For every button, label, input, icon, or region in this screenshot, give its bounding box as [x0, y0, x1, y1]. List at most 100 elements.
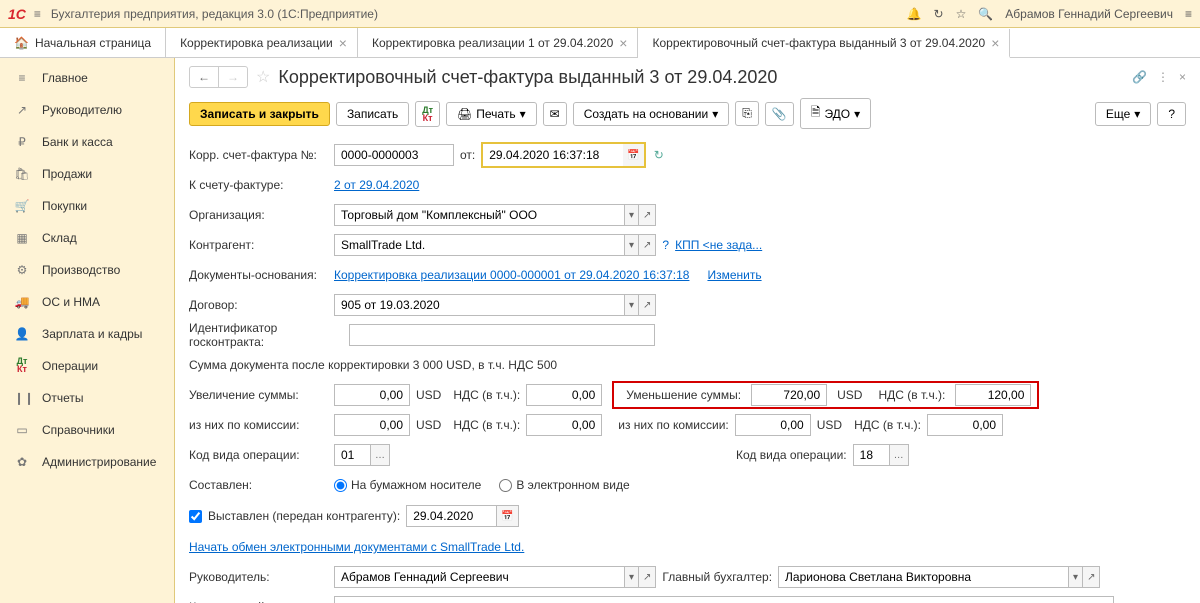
sidebar-item-purchases[interactable]: 🛒Покупки	[0, 190, 174, 222]
issued-checkbox[interactable]	[189, 510, 202, 523]
open-icon[interactable]: ↗	[639, 294, 656, 316]
close-doc-icon[interactable]: ×	[1179, 70, 1186, 84]
more-button[interactable]: Еще ▾	[1095, 102, 1151, 126]
commission-dec-input[interactable]	[735, 414, 811, 436]
dt-kt-button[interactable]: ДтКт	[415, 101, 440, 127]
sidebar-item-admin[interactable]: ✿Администрирование	[0, 446, 174, 478]
manager-icon: ↗	[14, 103, 30, 117]
dropdown-icon[interactable]: ▾	[1068, 566, 1083, 588]
date-input[interactable]	[483, 144, 623, 166]
help-button[interactable]: ?	[1157, 102, 1186, 126]
op-code-inc-input[interactable]	[334, 444, 370, 466]
sidebar-item-hr[interactable]: 👤Зарплата и кадры	[0, 318, 174, 350]
radio-electronic[interactable]: В электронном виде	[499, 478, 629, 492]
search-icon[interactable]: 🔍	[978, 7, 993, 21]
dropdown-icon[interactable]: ▾	[624, 234, 639, 256]
sidebar-item-main[interactable]: ≡Главное	[0, 62, 174, 94]
sidebar-label: Продажи	[42, 167, 92, 181]
op-code-dec-input[interactable]	[853, 444, 889, 466]
tab-item-0[interactable]: Корректировка реализации ×	[166, 28, 358, 57]
tab-label: Корректировка реализации 1 от 29.04.2020	[372, 36, 613, 50]
bell-icon[interactable]: 🔔	[907, 7, 922, 21]
refresh-icon[interactable]: ↻	[654, 148, 664, 162]
accountant-input[interactable]	[778, 566, 1068, 588]
comment-input[interactable]	[334, 596, 1114, 603]
currency-label: USD	[416, 418, 441, 432]
sidebar-item-sales[interactable]: 🛍Продажи	[0, 158, 174, 190]
sidebar-label: Покупки	[42, 199, 87, 213]
sidebar-item-bank[interactable]: ₽Банк и касса	[0, 126, 174, 158]
compiled-label: Составлен:	[189, 478, 334, 492]
commission-dec-nds-input[interactable]	[927, 414, 1003, 436]
to-invoice-link[interactable]: 2 от 29.04.2020	[334, 178, 419, 192]
menu-icon[interactable]: ≡	[34, 7, 41, 21]
increase-input[interactable]	[334, 384, 410, 406]
radio-electronic-input[interactable]	[499, 479, 512, 492]
dropdown-icon[interactable]: ▾	[624, 566, 639, 588]
save-button[interactable]: Записать	[336, 102, 409, 126]
corr-num-label: Корр. счет-фактура №:	[189, 148, 334, 162]
more-vert-icon[interactable]: ⋮	[1157, 70, 1169, 84]
help-icon[interactable]: ?	[662, 238, 669, 252]
history-icon[interactable]: ↻	[934, 7, 944, 21]
decrease-nds-input[interactable]	[955, 384, 1031, 406]
increase-nds-input[interactable]	[526, 384, 602, 406]
structure-button[interactable]: ⎘	[735, 101, 759, 126]
decrease-input[interactable]	[751, 384, 827, 406]
open-icon[interactable]: ↗	[639, 204, 656, 226]
link-icon[interactable]: 🔗	[1132, 70, 1147, 84]
calendar-icon[interactable]: 📅	[496, 505, 518, 527]
org-input[interactable]	[334, 204, 624, 226]
corr-num-input[interactable]	[334, 144, 454, 166]
issued-date-input[interactable]	[406, 505, 496, 527]
save-close-button[interactable]: Записать и закрыть	[189, 102, 330, 126]
sidebar-item-operations[interactable]: ДтКтОперации	[0, 350, 174, 382]
print-button[interactable]: 🖨 Печать ▾	[446, 102, 537, 126]
radio-paper-input[interactable]	[334, 479, 347, 492]
dropdown-icon[interactable]: ▾	[624, 204, 639, 226]
forward-button[interactable]: →	[219, 67, 247, 87]
commission-inc-nds-input[interactable]	[526, 414, 602, 436]
change-link[interactable]: Изменить	[707, 268, 761, 282]
star-icon[interactable]: ☆	[956, 7, 967, 21]
hr-icon: 👤	[14, 327, 30, 341]
sidebar-item-warehouse[interactable]: ▦Склад	[0, 222, 174, 254]
radio-paper[interactable]: На бумажном носителе	[334, 478, 481, 492]
open-icon[interactable]: ↗	[1083, 566, 1100, 588]
tab-item-2[interactable]: Корректировочный счет-фактура выданный 3…	[638, 29, 1010, 58]
user-menu-icon[interactable]: ≡	[1185, 7, 1192, 21]
close-icon[interactable]: ×	[619, 35, 627, 51]
open-icon[interactable]: ↗	[639, 566, 656, 588]
sidebar-item-catalogs[interactable]: ▭Справочники	[0, 414, 174, 446]
ellipsis-icon[interactable]: …	[370, 444, 390, 466]
tab-home[interactable]: 🏠Начальная страница	[0, 28, 166, 57]
calendar-icon[interactable]: 📅	[623, 144, 643, 166]
tab-label: Корректировка реализации	[180, 36, 333, 50]
sidebar-item-production[interactable]: ⚙Производство	[0, 254, 174, 286]
tab-item-1[interactable]: Корректировка реализации 1 от 29.04.2020…	[358, 28, 639, 57]
favorite-button[interactable]: ☆	[256, 67, 270, 87]
edo-button[interactable]: 🗎 ЭДО ▾	[800, 98, 871, 129]
email-button[interactable]: ✉	[543, 102, 567, 126]
user-name[interactable]: Абрамов Геннадий Сергеевич	[1005, 7, 1173, 21]
back-button[interactable]: ←	[190, 67, 219, 87]
goscontract-input[interactable]	[349, 324, 655, 346]
manager-input[interactable]	[334, 566, 624, 588]
basis-link[interactable]: Корректировка реализации 0000-000001 от …	[334, 268, 689, 282]
create-based-button[interactable]: Создать на основании ▾	[573, 102, 730, 126]
tab-bar: 🏠Начальная страница Корректировка реализ…	[0, 28, 1200, 58]
contract-input[interactable]	[334, 294, 624, 316]
ellipsis-icon[interactable]: …	[889, 444, 909, 466]
dropdown-icon[interactable]: ▾	[624, 294, 639, 316]
sidebar-item-reports[interactable]: ❙❙Отчеты	[0, 382, 174, 414]
sidebar-item-manager[interactable]: ↗Руководителю	[0, 94, 174, 126]
edo-link[interactable]: Начать обмен электронными документами с …	[189, 540, 524, 554]
kpp-link[interactable]: КПП <не зада...	[675, 238, 762, 252]
attach-button[interactable]: 📎	[765, 102, 794, 126]
sidebar-item-assets[interactable]: 🚚ОС и НМА	[0, 286, 174, 318]
close-icon[interactable]: ×	[339, 35, 347, 51]
close-icon[interactable]: ×	[991, 35, 999, 51]
open-icon[interactable]: ↗	[639, 234, 656, 256]
agent-input[interactable]	[334, 234, 624, 256]
commission-inc-input[interactable]	[334, 414, 410, 436]
